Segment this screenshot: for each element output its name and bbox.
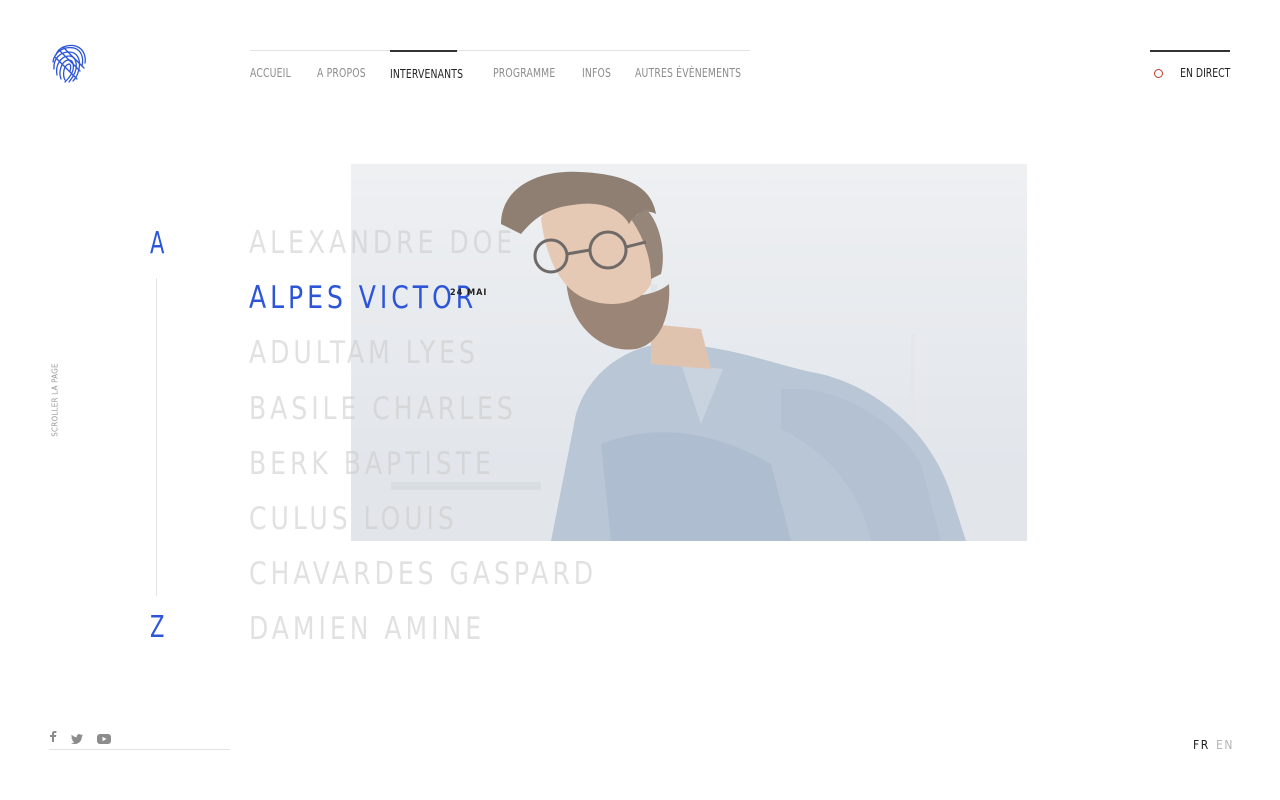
- speaker-name: CHAVARDES GASPARD: [249, 556, 598, 593]
- speaker-name: BASILE CHARLES: [249, 390, 517, 427]
- speaker-name: CULUS LOUIS: [249, 500, 458, 537]
- nav-item-intervenants[interactable]: INTERVENANTS: [390, 50, 463, 90]
- main-nav: ACCUEIL A PROPOS INTERVENANTS PROGRAMME …: [250, 50, 750, 91]
- speaker-item[interactable]: CHAVARDES GASPARD: [249, 553, 636, 608]
- youtube-icon[interactable]: [97, 729, 111, 748]
- social-links: [49, 725, 230, 750]
- nav-item-programme[interactable]: PROGRAMME: [493, 51, 555, 91]
- live-button[interactable]: EN DIRECT: [1150, 50, 1230, 90]
- alphabet-end-letter[interactable]: Z: [150, 610, 164, 645]
- speaker-item[interactable]: ALEXANDRE DOE: [249, 222, 636, 277]
- speaker-item[interactable]: BERK BAPTISTE: [249, 443, 636, 498]
- live-indicator-icon: [1154, 69, 1163, 78]
- language-en[interactable]: EN: [1216, 738, 1234, 752]
- scroll-hint: SCROLLER LA PAGE: [50, 363, 60, 437]
- speaker-name: ALPES VICTOR: [249, 280, 478, 317]
- speaker-item[interactable]: BASILE CHARLES: [249, 388, 636, 443]
- speaker-name: DAMIEN AMINE: [249, 611, 486, 648]
- alphabet-rail[interactable]: [156, 278, 157, 596]
- fingerprint-logo-icon[interactable]: [50, 41, 88, 85]
- alphabet-start-letter[interactable]: A: [150, 226, 164, 261]
- nav-item-infos[interactable]: INFOS: [582, 51, 611, 91]
- twitter-icon[interactable]: [71, 729, 83, 748]
- live-label: EN DIRECT: [1179, 66, 1230, 80]
- speaker-name: ALEXANDRE DOE: [249, 225, 517, 261]
- speaker-name: ADULTAM LYES: [249, 335, 479, 372]
- speakers-list: ALEXANDRE DOE ALPES VICTOR 24 MAI ADULTA…: [249, 222, 636, 664]
- speaker-item-active[interactable]: ALPES VICTOR 24 MAI: [249, 277, 636, 332]
- nav-item-autres-evenements[interactable]: AUTRES ÉVÈNEMENTS: [635, 51, 741, 91]
- facebook-icon[interactable]: [49, 727, 57, 746]
- language-fr[interactable]: FR: [1193, 738, 1210, 752]
- speaker-item[interactable]: DAMIEN AMINE: [249, 608, 636, 663]
- nav-item-a-propos[interactable]: A PROPOS: [317, 51, 366, 91]
- speaker-date: 24 MAI: [450, 288, 488, 299]
- speaker-item[interactable]: ADULTAM LYES: [249, 332, 636, 387]
- nav-item-accueil[interactable]: ACCUEIL: [250, 51, 291, 91]
- speaker-item[interactable]: CULUS LOUIS: [249, 498, 636, 553]
- speaker-name: BERK BAPTISTE: [249, 445, 495, 482]
